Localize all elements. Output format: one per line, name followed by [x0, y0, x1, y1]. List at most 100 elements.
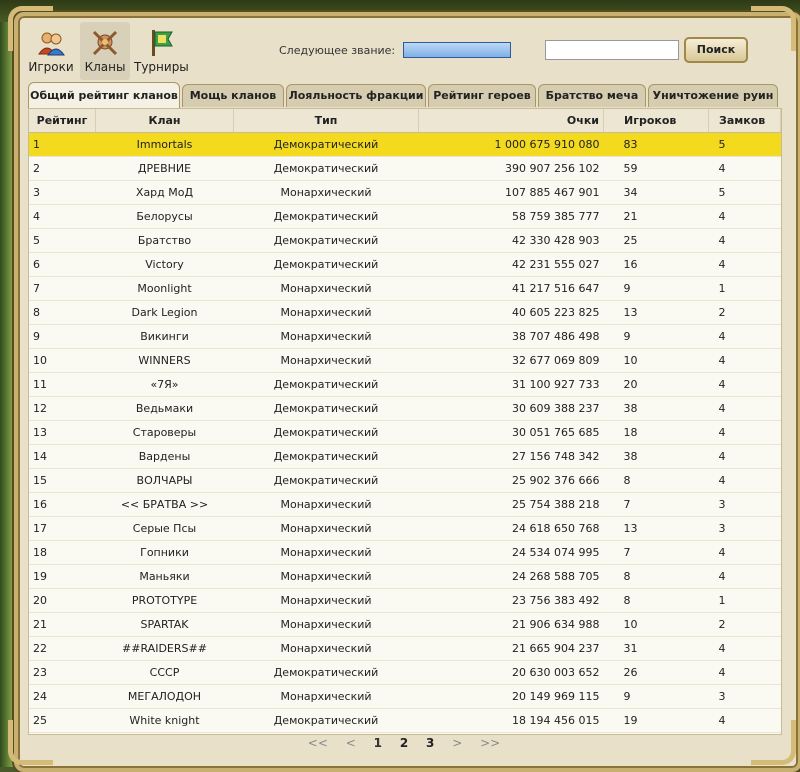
cell-clan[interactable]: ДРЕВНИЕ	[95, 156, 234, 181]
table-row[interactable]: 25 White knight Демократический 18 194 456 …	[29, 708, 781, 733]
cell-points: 30 609 388 237	[418, 396, 604, 421]
table-row[interactable]: 10 WINNERS Монархический 32 677 069 809 10 4	[29, 348, 781, 373]
cell-rank: 4	[29, 204, 96, 229]
cell-type: Монархический	[233, 612, 419, 637]
cell-clan[interactable]: Вардены	[95, 444, 234, 469]
table-row[interactable]: 24 МЕГАЛОДОН Монархический 20 149 969 115 9 3	[29, 684, 781, 709]
cell-clan[interactable]: Moonlight	[95, 276, 234, 301]
column-header-clan[interactable]: Клан	[95, 109, 234, 133]
table-row[interactable]: 4 Белорусы Демократический 58 759 385 777 21…	[29, 204, 781, 229]
page-prev[interactable]: <	[346, 736, 356, 750]
tab-faction-loyalty[interactable]: Лояльность фракции	[286, 84, 426, 107]
table-row[interactable]: 7 Moonlight Монархический 41 217 516 647 9 1	[29, 276, 781, 301]
table-row[interactable]: 3 Хард МоД Монархический 107 885 467 901 34 5	[29, 180, 781, 205]
table-row[interactable]: 12 Ведьмаки Демократический 30 609 388 237 3…	[29, 396, 781, 421]
cell-rank: 9	[29, 324, 96, 349]
column-header-rank[interactable]: Рейтинг	[29, 109, 96, 133]
cell-clan[interactable]: СССР	[95, 660, 234, 685]
table-row[interactable]: 6 Victory Демократический 42 231 555 027 16 4	[29, 252, 781, 277]
cell-clan[interactable]: PROTOTYPE	[95, 588, 234, 613]
nav-item-clans[interactable]: Кланы	[80, 22, 130, 80]
tab-brotherhood-of-sword[interactable]: Братство меча	[538, 84, 646, 107]
page-next[interactable]: >	[452, 736, 462, 750]
table-row[interactable]: 15 ВОЛЧАРЫ Демократический 25 902 376 666 8 4	[29, 468, 781, 493]
cell-clan[interactable]: Ведьмаки	[95, 396, 234, 421]
table-row[interactable]: 19 Маньяки Монархический 24 268 588 705 8 4	[29, 564, 781, 589]
cell-points: 40 605 223 825	[418, 300, 604, 325]
cell-rank: 17	[29, 516, 96, 541]
table-row[interactable]: 11 «7Я» Демократический 31 100 927 733 20 4	[29, 372, 781, 397]
cell-clan[interactable]: SPARTAK	[95, 612, 234, 637]
cell-clan[interactable]: Братство	[95, 228, 234, 253]
page-3[interactable]: 3	[426, 736, 434, 750]
table-row[interactable]: 1 Immortals Демократический 1 000 675 910 0…	[29, 132, 781, 157]
table-row[interactable]: 18 Гопники Монархический 24 534 074 995 7 4	[29, 540, 781, 565]
page-2[interactable]: 2	[400, 736, 408, 750]
cell-castles: 4	[708, 372, 781, 397]
column-header-players[interactable]: Игроков	[603, 109, 709, 133]
table-row[interactable]: 16 << БРАТВА >> Монархический 25 754 388 21…	[29, 492, 781, 517]
cell-clan[interactable]: Маньяки	[95, 564, 234, 589]
cell-clan[interactable]: Староверы	[95, 420, 234, 445]
search-button[interactable]: Поиск	[684, 37, 748, 63]
cell-points: 21 665 904 237	[418, 636, 604, 661]
column-header-points[interactable]: Очки	[418, 109, 604, 133]
table-row[interactable]: 22 ##RAIDERS## Монархический 21 665 904 237…	[29, 636, 781, 661]
cell-clan[interactable]: Гопники	[95, 540, 234, 565]
tab-ruins-destruction[interactable]: Уничтожение руин	[648, 84, 778, 107]
table-row[interactable]: 5 Братство Демократический 42 330 428 903 25…	[29, 228, 781, 253]
cell-rank: 18	[29, 540, 96, 565]
cell-clan[interactable]: ##RAIDERS##	[95, 636, 234, 661]
frame-corner-top-right	[751, 6, 796, 51]
cell-clan[interactable]: Викинги	[95, 324, 234, 349]
cell-clan[interactable]: Dark Legion	[95, 300, 234, 325]
cell-clan[interactable]: Immortals	[95, 132, 234, 157]
nav-item-tournaments[interactable]: Турниры	[134, 22, 189, 80]
table-row[interactable]: 14 Вардены Демократический 27 156 748 342 38…	[29, 444, 781, 469]
tab-hero-rating[interactable]: Рейтинг героев	[428, 84, 536, 107]
table-row[interactable]: 9 Викинги Монархический 38 707 486 498 9 4	[29, 324, 781, 349]
cell-points: 42 231 555 027	[418, 252, 604, 277]
cell-rank: 16	[29, 492, 96, 517]
cell-castles: 4	[708, 660, 781, 685]
cell-clan[interactable]: Серые Псы	[95, 516, 234, 541]
cell-points: 58 759 385 777	[418, 204, 604, 229]
cell-clan[interactable]: МЕГАЛОДОН	[95, 684, 234, 709]
cell-type: Монархический	[233, 300, 419, 325]
cell-clan[interactable]: WINNERS	[95, 348, 234, 373]
cell-clan[interactable]: << БРАТВА >>	[95, 492, 234, 517]
cell-players: 38	[603, 444, 709, 469]
cell-clan[interactable]: Victory	[95, 252, 234, 277]
pagination: << < 1 2 3 > >>	[28, 736, 780, 758]
table-row[interactable]: 13 Староверы Демократический 30 051 765 685…	[29, 420, 781, 445]
nav-item-players[interactable]: Игроки	[28, 22, 74, 80]
table-row[interactable]: 23 СССР Демократический 20 630 003 652 26 4	[29, 660, 781, 685]
cell-castles: 3	[708, 492, 781, 517]
table-row[interactable]: 8 Dark Legion Монархический 40 605 223 825 1…	[29, 300, 781, 325]
table-row[interactable]: 21 SPARTAK Монархический 21 906 634 988 10 2	[29, 612, 781, 637]
search-input[interactable]	[545, 40, 679, 60]
table-row[interactable]: 2 ДРЕВНИЕ Демократический 390 907 256 102 59…	[29, 156, 781, 181]
page-last[interactable]: >>	[480, 736, 500, 750]
cell-clan[interactable]: Белорусы	[95, 204, 234, 229]
clan-rating-table: Рейтинг Клан Тип Очки Игроков Замков 1 Im…	[28, 108, 782, 735]
cell-rank: 5	[29, 228, 96, 253]
column-header-castles[interactable]: Замков	[708, 109, 781, 133]
table-row[interactable]: 17 Серые Псы Монархический 24 618 650 768 13…	[29, 516, 781, 541]
cell-clan[interactable]: ВОЛЧАРЫ	[95, 468, 234, 493]
cell-players: 38	[603, 396, 709, 421]
cell-castles: 1	[708, 588, 781, 613]
cell-rank: 22	[29, 636, 96, 661]
cell-type: Демократический	[233, 396, 419, 421]
cell-clan[interactable]: «7Я»	[95, 372, 234, 397]
table-row[interactable]: 20 PROTOTYPE Монархический 23 756 383 492 8 1	[29, 588, 781, 613]
cell-type: Демократический	[233, 228, 419, 253]
page-first[interactable]: <<	[308, 736, 328, 750]
tab-clan-power[interactable]: Мощь кланов	[182, 84, 284, 107]
cell-clan[interactable]: Хард МоД	[95, 180, 234, 205]
cell-clan[interactable]: White knight	[95, 708, 234, 733]
cell-players: 25	[603, 228, 709, 253]
cell-rank: 12	[29, 396, 96, 421]
column-header-type[interactable]: Тип	[233, 109, 419, 133]
tab-overall-clan-rating[interactable]: Общий рейтинг кланов	[28, 82, 180, 109]
